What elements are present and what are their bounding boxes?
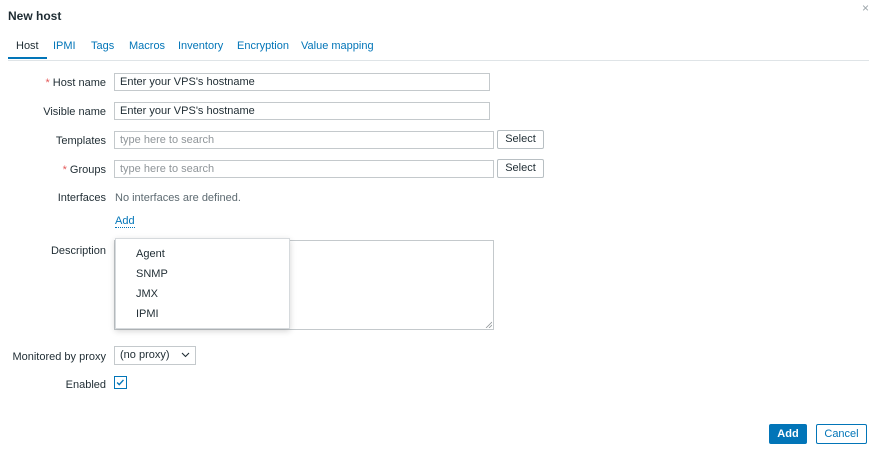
enabled-label: Enabled (65, 379, 106, 391)
required-marker: * (62, 164, 67, 176)
tab-host[interactable]: Host (16, 40, 39, 52)
tab-ipmi[interactable]: IPMI (53, 40, 76, 52)
visible-name-label: Visible name (43, 106, 106, 118)
menu-item-ipmi[interactable]: IPMI (136, 308, 159, 320)
add-button[interactable]: Add (769, 424, 807, 444)
host-name-label: * Host name (6, 77, 106, 89)
interface-type-menu: Agent SNMP JMX IPMI (115, 238, 290, 329)
proxy-selected-value: (no proxy) (120, 349, 170, 361)
tab-macros[interactable]: Macros (129, 40, 165, 52)
interfaces-label: Interfaces (57, 192, 106, 204)
menu-item-snmp[interactable]: SNMP (136, 268, 168, 280)
tab-tags[interactable]: Tags (91, 40, 114, 52)
proxy-select[interactable]: (no proxy) (114, 346, 196, 365)
tab-inventory[interactable]: Inventory (178, 40, 223, 52)
templates-search-input[interactable]: type here to search (114, 131, 494, 149)
new-host-dialog: New host × Host IPMI Tags Macros Invento… (0, 0, 877, 450)
visible-name-input[interactable]: Enter your VPS's hostname (114, 102, 490, 120)
checkmark-icon (116, 379, 124, 386)
templates-label: Templates (55, 135, 106, 147)
host-name-input[interactable]: Enter your VPS's hostname (114, 73, 490, 91)
required-marker: * (45, 77, 50, 89)
tab-value-mapping[interactable]: Value mapping (301, 40, 374, 52)
close-icon[interactable]: × (862, 1, 869, 15)
description-label: Description (50, 245, 106, 257)
menu-item-jmx[interactable]: JMX (136, 288, 158, 300)
templates-select-button[interactable]: Select (497, 130, 544, 149)
menu-item-agent[interactable]: Agent (136, 248, 165, 260)
dialog-title: New host (8, 9, 62, 23)
groups-label: * Groups (6, 164, 106, 176)
groups-label-text: Groups (69, 164, 106, 176)
host-name-label-text: Host name (52, 77, 106, 89)
tab-bar: Host IPMI Tags Macros Inventory Encrypti… (8, 38, 869, 61)
groups-search-input[interactable]: type here to search (114, 160, 494, 178)
active-tab-indicator (8, 57, 47, 59)
resize-grip-icon[interactable] (485, 321, 492, 328)
enabled-checkbox[interactable] (114, 376, 127, 389)
add-interface-link[interactable]: Add (115, 215, 135, 228)
groups-select-button[interactable]: Select (497, 159, 544, 178)
chevron-down-icon (181, 352, 190, 358)
no-interfaces-text: No interfaces are defined. (115, 192, 241, 204)
cancel-button[interactable]: Cancel (816, 424, 867, 444)
tab-encryption[interactable]: Encryption (237, 40, 289, 52)
proxy-label: Monitored by proxy (12, 351, 106, 363)
